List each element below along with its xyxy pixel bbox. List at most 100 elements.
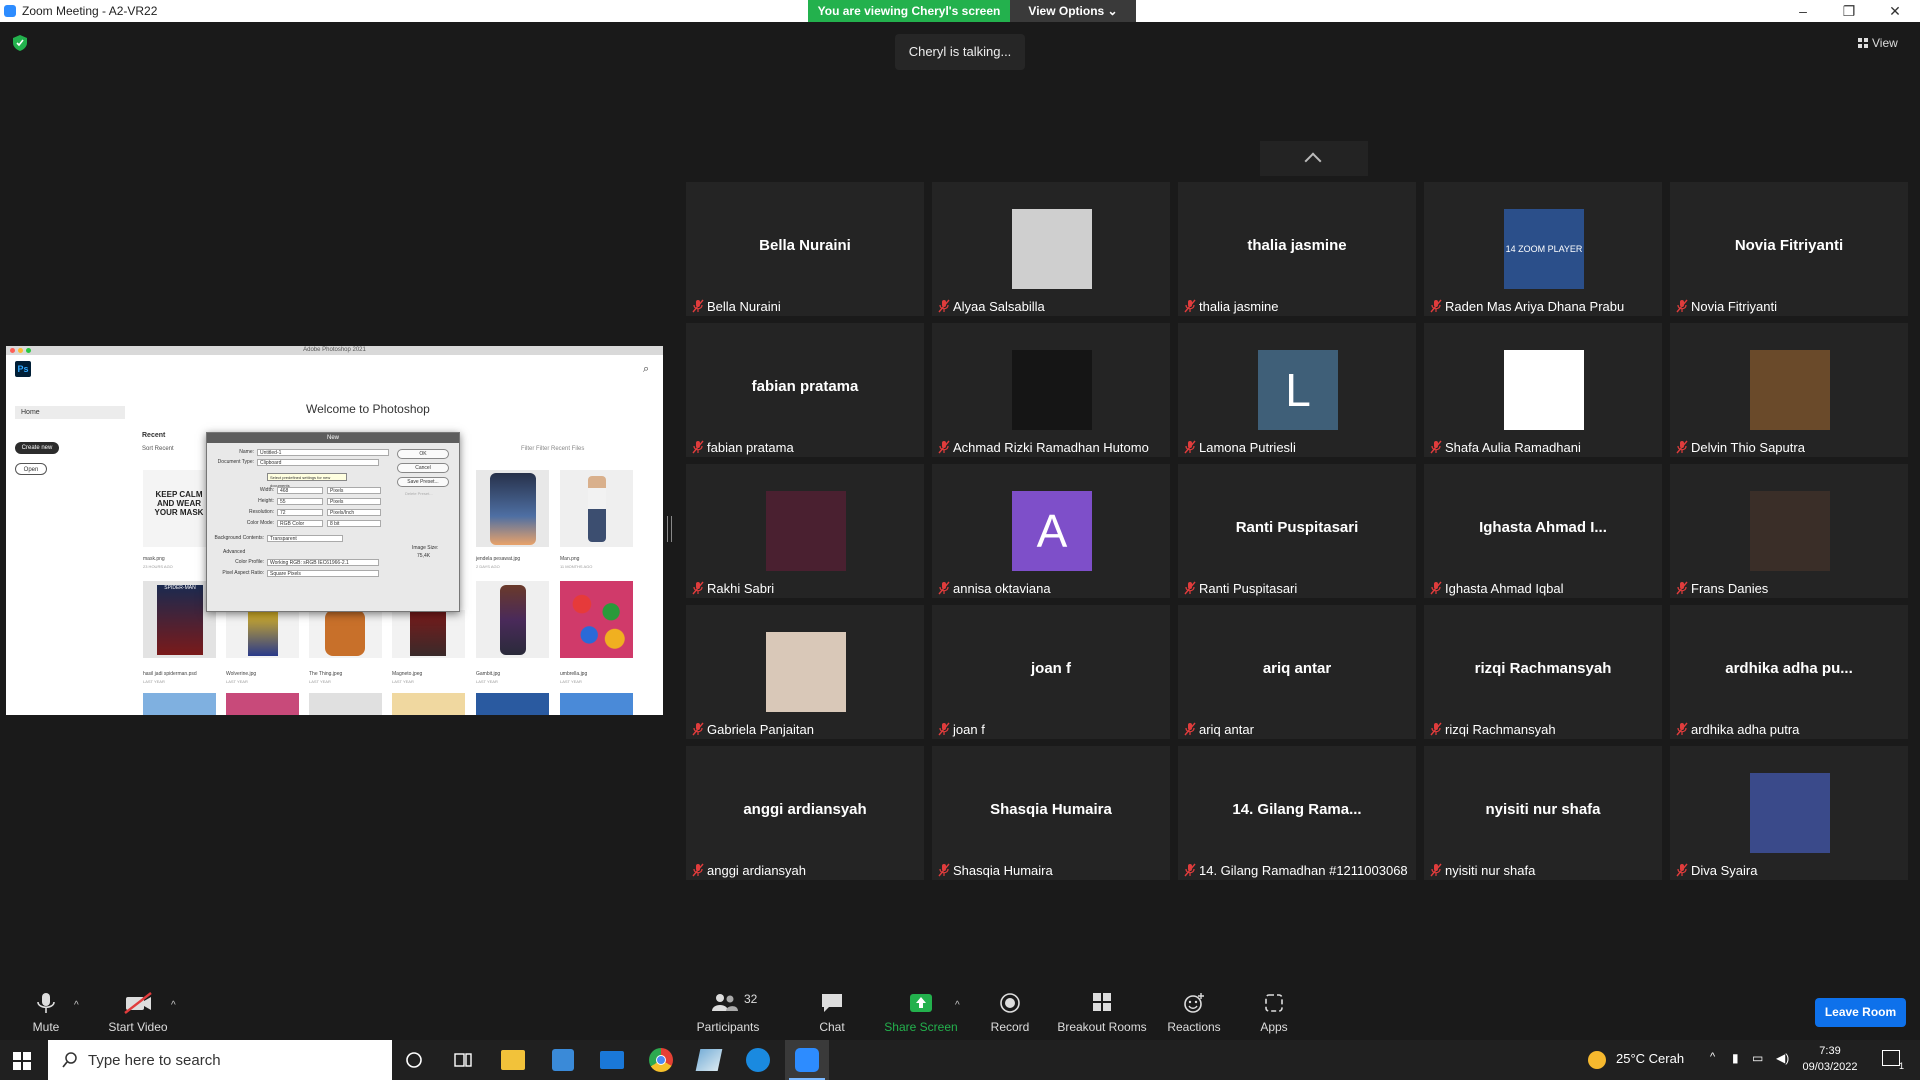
volume-icon[interactable]: ◀)	[1776, 1051, 1789, 1065]
ps-thumb-date: 11 MONTHS AGO	[560, 564, 593, 569]
dialog-resolution-unit: Pixels/Inch	[327, 509, 381, 516]
audio-options-caret-icon[interactable]: ^	[74, 1000, 79, 1011]
leave-room-button[interactable]: Leave Room	[1815, 998, 1906, 1027]
share-options-caret-icon[interactable]: ^	[955, 1000, 960, 1011]
apps-button[interactable]: Apps	[1248, 974, 1300, 1038]
close-button[interactable]: ✕	[1872, 0, 1918, 22]
participants-button[interactable]: 32 Participants	[690, 974, 766, 1038]
ps-thumb-man	[560, 470, 633, 547]
dialog-save-preset-button: Save Preset...	[397, 477, 449, 487]
participant-display-name: anggi ardiansyah	[743, 801, 867, 818]
maximize-button[interactable]: ❐	[1826, 0, 1872, 22]
reactions-button[interactable]: Reactions	[1162, 974, 1226, 1038]
participant-tile[interactable]: Ranti Puspitasari Ranti Puspitasari	[1178, 464, 1416, 598]
weather-icon[interactable]	[1588, 1051, 1606, 1069]
share-screen-icon	[910, 994, 932, 1012]
ps-thumb-caption: KEEP CALM AND WEAR YOUR MASK	[154, 490, 204, 517]
mic-tray-icon[interactable]: ▮	[1732, 1051, 1739, 1065]
notifications-icon[interactable]: 1	[1882, 1050, 1904, 1071]
participant-name-label: Gabriela Panjaitan	[707, 722, 814, 737]
file-explorer-icon[interactable]	[501, 1050, 525, 1070]
breakout-rooms-label: Breakout Rooms	[1057, 1020, 1147, 1034]
participant-tile[interactable]: Rakhi Sabri	[686, 464, 924, 598]
panel-resize-handle[interactable]	[667, 516, 672, 542]
muted-mic-icon	[1676, 299, 1688, 313]
notes-app-icon[interactable]	[695, 1049, 723, 1071]
participant-display-name: Bella Nuraini	[759, 237, 851, 254]
participant-tile[interactable]: joan f joan f	[932, 605, 1170, 739]
share-screen-label: Share Screen	[884, 1020, 958, 1034]
zoom-logo-icon	[4, 5, 16, 17]
task-view-icon[interactable]	[454, 1051, 472, 1069]
microsoft-store-icon[interactable]	[552, 1049, 574, 1071]
participant-tile[interactable]: Delvin Thio Saputra	[1670, 323, 1908, 457]
participant-tile[interactable]: thalia jasmine thalia jasmine	[1178, 182, 1416, 316]
muted-mic-icon	[692, 581, 704, 595]
participant-tile[interactable]: ardhika adha pu... ardhika adha putra	[1670, 605, 1908, 739]
encryption-shield-icon[interactable]	[13, 35, 27, 51]
participant-tile[interactable]: Gabriela Panjaitan	[686, 605, 924, 739]
network-icon[interactable]: ▭	[1752, 1051, 1763, 1065]
participant-tile[interactable]: anggi ardiansyah anggi ardiansyah	[686, 746, 924, 880]
mail-icon[interactable]	[600, 1051, 624, 1069]
participant-tile[interactable]: 14. Gilang Rama... 14. Gilang Ramadhan #1…	[1178, 746, 1416, 880]
weather-text[interactable]: 25°C Cerah	[1616, 1051, 1684, 1066]
tray-overflow-icon[interactable]: ^	[1710, 1051, 1715, 1063]
mute-label: Mute	[32, 1020, 60, 1034]
start-video-button[interactable]: Start Video	[103, 974, 173, 1038]
participant-tile[interactable]: Novia Fitriyanti Novia Fitriyanti	[1670, 182, 1908, 316]
record-label: Record	[990, 1020, 1030, 1034]
ps-thumb-partial	[392, 693, 465, 715]
share-screen-button[interactable]: Share Screen	[880, 974, 962, 1038]
video-options-caret-icon[interactable]: ^	[171, 1000, 176, 1011]
windows-start-icon[interactable]	[13, 1052, 31, 1070]
participant-tile[interactable]: Bella Nuraini Bella Nuraini	[686, 182, 924, 316]
chrome-icon[interactable]	[649, 1048, 673, 1072]
mute-button[interactable]: Mute	[20, 974, 72, 1038]
teamviewer-icon[interactable]	[746, 1048, 770, 1072]
participant-display-name: Ranti Puspitasari	[1235, 519, 1359, 536]
view-button[interactable]: View	[1858, 32, 1910, 54]
muted-mic-icon	[1430, 863, 1442, 877]
participant-initial-avatar: A	[1012, 491, 1092, 571]
participant-tile[interactable]: fabian pratama fabian pratama	[686, 323, 924, 457]
participant-tile[interactable]: Alyaa Salsabilla	[932, 182, 1170, 316]
participant-initial-avatar: L	[1258, 350, 1338, 430]
participant-tile[interactable]: L Lamona Putriesli	[1178, 323, 1416, 457]
participant-tile[interactable]: nyisiti nur shafa nyisiti nur shafa	[1424, 746, 1662, 880]
participant-name-label: annisa oktaviana	[953, 581, 1051, 596]
muted-mic-icon	[1184, 581, 1196, 595]
minimize-button[interactable]: –	[1780, 0, 1826, 22]
participant-tile[interactable]: rizqi Rachmansyah rizqi Rachmansyah	[1424, 605, 1662, 739]
participant-tile[interactable]: Shasqia Humaira Shasqia Humaira	[932, 746, 1170, 880]
chat-button[interactable]: Chat	[804, 974, 860, 1038]
breakout-rooms-button[interactable]: Breakout Rooms	[1054, 974, 1150, 1038]
muted-mic-icon	[938, 863, 950, 877]
zoom-taskbar-button[interactable]	[785, 1040, 829, 1080]
participant-name-label: Novia Fitriyanti	[1691, 299, 1777, 314]
participant-tile[interactable]: 14 ZOOM PLAYER Raden Mas Ariya Dhana Prab…	[1424, 182, 1662, 316]
view-options-button[interactable]: View Options ⌄	[1010, 0, 1136, 22]
participant-tile[interactable]: Shafa Aulia Ramadhani	[1424, 323, 1662, 457]
dialog-label: Resolution:	[248, 509, 274, 515]
taskbar-search-box[interactable]: Type here to search	[48, 1040, 392, 1080]
participant-avatar: 14 ZOOM PLAYER	[1504, 209, 1584, 289]
cortana-icon[interactable]	[405, 1051, 423, 1069]
ps-thumb-umbrella	[560, 581, 633, 658]
participant-tile[interactable]: Frans Danies	[1670, 464, 1908, 598]
dialog-color-profile-select: Working RGB: sRGB IEC61966-2.1	[267, 559, 379, 566]
ps-thumb-date: 23 HOURS AGO	[143, 564, 173, 569]
participant-tile[interactable]: Ighasta Ahmad I... Ighasta Ahmad Iqbal	[1424, 464, 1662, 598]
ps-thumb-partial	[143, 693, 216, 715]
dialog-title: New	[207, 433, 459, 443]
taskbar-clock[interactable]: 7:39 09/03/2022	[1790, 1043, 1870, 1075]
participant-tile[interactable]: ariq antar ariq antar	[1178, 605, 1416, 739]
page-up-arrow-button[interactable]	[1260, 141, 1368, 176]
reactions-label: Reactions	[1167, 1020, 1221, 1034]
participant-tile[interactable]: Achmad Rizki Ramadhan Hutomo	[932, 323, 1170, 457]
dialog-height-unit: Pixels	[327, 498, 381, 505]
record-button[interactable]: Record	[982, 974, 1038, 1038]
participant-tile[interactable]: Aannisa oktaviana	[932, 464, 1170, 598]
participant-tile[interactable]: Diva Syaira	[1670, 746, 1908, 880]
muted-mic-icon	[1184, 440, 1196, 454]
